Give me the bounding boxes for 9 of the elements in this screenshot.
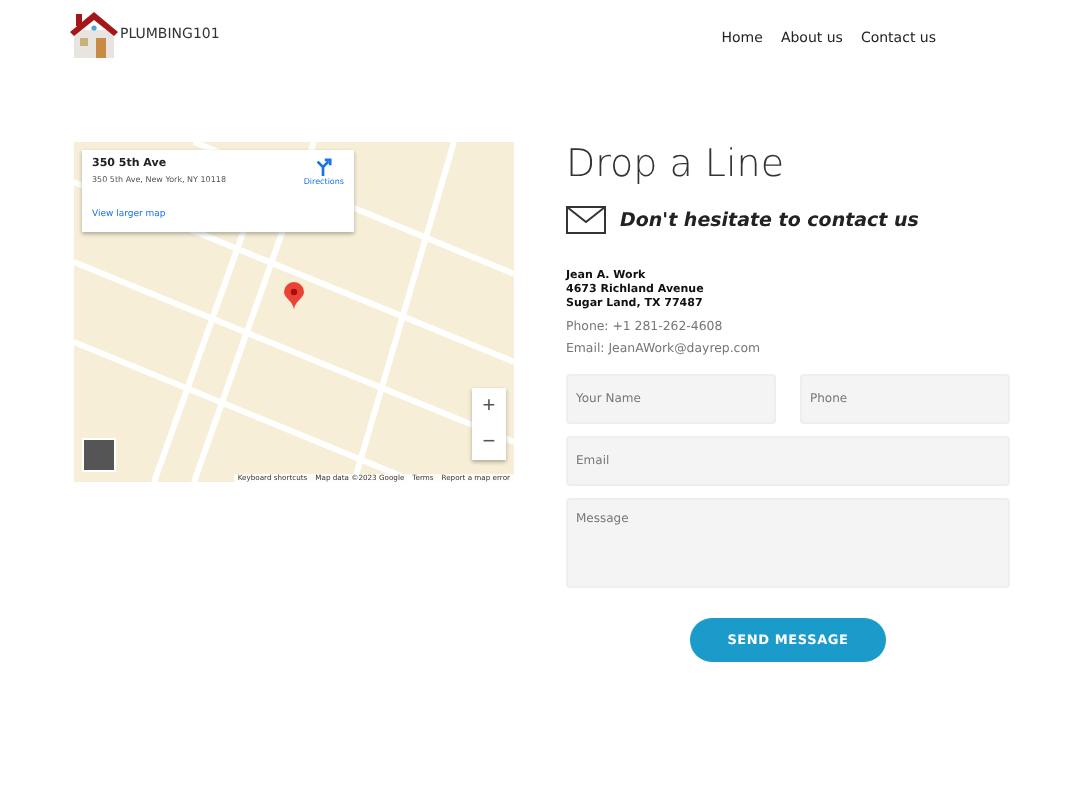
satellite-thumbnail[interactable] <box>82 438 116 472</box>
contact-subtitle: Don't hesitate to contact us <box>620 209 919 231</box>
directions-icon <box>314 158 333 176</box>
envelope-icon <box>566 206 606 234</box>
map-pin-icon <box>284 282 304 310</box>
house-icon <box>68 8 120 60</box>
zoom-in-button[interactable]: + <box>472 388 506 424</box>
contact-title: Drop a Line <box>566 142 787 186</box>
zoom-out-button[interactable]: − <box>472 424 506 460</box>
